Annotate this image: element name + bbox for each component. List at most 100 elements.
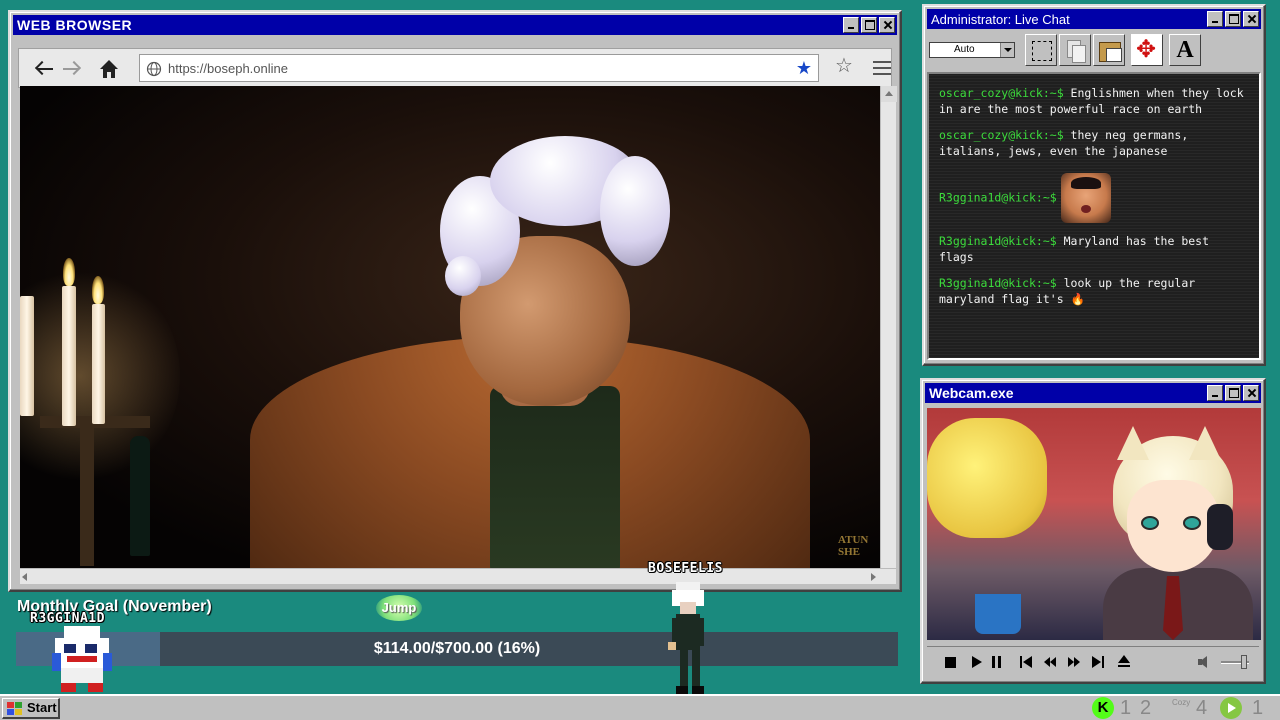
player1-name: R3GGINA1D <box>30 611 105 626</box>
cat-ear <box>1117 426 1149 460</box>
horizontal-scrollbar[interactable] <box>20 568 896 584</box>
candle <box>62 286 76 426</box>
chat-message: oscar_cozy@kick:~$ Englishmen when they … <box>939 86 1249 117</box>
media-controls <box>927 646 1259 676</box>
chat-message: oscar_cozy@kick:~$ they neg germans, ita… <box>939 128 1249 159</box>
cat-ear <box>1189 426 1221 460</box>
webcam-window: Webcam.exe <box>920 378 1266 684</box>
candle <box>20 296 34 416</box>
player1-sprite <box>52 626 112 692</box>
volume-icon[interactable] <box>1197 655 1211 669</box>
globe-icon <box>146 61 162 77</box>
fast-forward-icon[interactable] <box>1067 655 1081 669</box>
system-tray: K 1 2 Cozy 4 1 <box>1080 696 1280 720</box>
rewind-icon[interactable] <box>1043 655 1057 669</box>
browser-window: WEB BROWSER https://boseph.online ★ ☆ AT… <box>8 10 902 592</box>
start-button[interactable]: Start <box>2 698 60 719</box>
cozy-label: Cozy <box>1172 698 1191 707</box>
scroll-up-arrow-icon[interactable] <box>881 86 897 102</box>
avatar-eye <box>1141 516 1159 530</box>
start-label: Start <box>27 700 57 715</box>
tray-count: 4 <box>1196 697 1208 719</box>
chat-toolbar: Auto A <box>927 32 1261 70</box>
windows-logo-icon <box>7 702 23 716</box>
chat-title: Administrator: Live Chat <box>931 12 1070 27</box>
scroll-left-arrow-icon[interactable] <box>22 573 27 581</box>
maximize-button[interactable] <box>1225 385 1241 401</box>
browser-titlebar[interactable]: WEB BROWSER <box>13 15 897 35</box>
chat-username: R3ggina1d@kick:~$ <box>939 190 1057 205</box>
chat-username: R3ggina1d@kick:~$ <box>939 234 1057 248</box>
back-arrow-icon[interactable] <box>35 59 55 79</box>
maximize-button[interactable] <box>861 17 877 33</box>
volume-slider[interactable] <box>1221 655 1249 669</box>
player2-sprite <box>668 582 704 694</box>
live-chat-window: Administrator: Live Chat Auto A oscar_co… <box>922 4 1266 366</box>
eject-icon[interactable] <box>1117 655 1131 669</box>
minimize-button[interactable] <box>843 17 859 33</box>
close-button[interactable] <box>1243 11 1259 27</box>
select-icon[interactable] <box>1025 34 1057 66</box>
shocked-face-emote-icon <box>1060 173 1111 223</box>
candle-flame <box>63 258 75 286</box>
video-watermark: ATUN SHE <box>838 534 869 558</box>
move-icon[interactable] <box>1131 34 1163 66</box>
chat-message: R3ggina1d@kick:~$ <box>939 173 1249 223</box>
maximize-button[interactable] <box>1225 11 1241 27</box>
volume-slider-knob[interactable] <box>1241 655 1247 669</box>
chat-username: R3ggina1d@kick:~$ <box>939 276 1057 290</box>
chat-username: oscar_cozy@kick:~$ <box>939 128 1064 142</box>
hamburger-menu-icon[interactable] <box>873 61 891 75</box>
avatar-eye <box>1183 516 1201 530</box>
home-icon[interactable] <box>99 59 119 79</box>
player2-name: BOSEFELIS <box>648 561 723 576</box>
candle-flame <box>92 276 104 304</box>
goal-progress-bar: $114.00/$700.00 (16%) <box>16 632 898 666</box>
close-button[interactable] <box>1243 385 1259 401</box>
jump-badge: Jump <box>376 595 422 621</box>
chat-message: R3ggina1d@kick:~$ Maryland has the best … <box>939 234 1249 265</box>
candle <box>92 304 105 424</box>
font-size-select[interactable]: Auto <box>929 42 1015 58</box>
chevron-down-icon[interactable] <box>1000 43 1014 57</box>
tray-count: 1 <box>1252 697 1264 719</box>
close-button[interactable] <box>879 17 895 33</box>
chat-message: R3ggina1d@kick:~$ look up the regular ma… <box>939 276 1249 307</box>
text-icon[interactable]: A <box>1169 34 1201 66</box>
browser-title: WEB BROWSER <box>17 17 133 33</box>
skip-back-icon[interactable] <box>1019 655 1033 669</box>
url-text: https://boseph.online <box>168 61 288 76</box>
minimize-button[interactable] <box>1207 385 1223 401</box>
pause-icon[interactable] <box>989 655 1003 669</box>
bookmark-star-icon[interactable]: ★ <box>796 59 812 77</box>
minimize-button[interactable] <box>1207 11 1223 27</box>
skip-forward-icon[interactable] <box>1091 655 1105 669</box>
powdered-wig-curl <box>445 256 481 296</box>
play-icon[interactable] <box>969 655 983 669</box>
font-size-value: Auto <box>954 44 975 55</box>
goal-amount: $114.00/$700.00 (16%) <box>373 640 541 657</box>
stop-icon[interactable] <box>943 655 957 669</box>
powdered-wig <box>600 156 670 266</box>
scroll-right-arrow-icon[interactable] <box>871 573 876 581</box>
webcam-view <box>927 408 1261 640</box>
paste-icon[interactable] <box>1093 34 1125 66</box>
favorites-star-icon[interactable]: ☆ <box>835 56 853 76</box>
video-viewport[interactable]: ATUN SHE <box>20 86 880 568</box>
chat-log[interactable]: oscar_cozy@kick:~$ Englishmen when they … <box>927 72 1261 360</box>
plush-pillow <box>927 418 1047 538</box>
tray-count: 2 <box>1140 697 1152 719</box>
kick-logo-icon[interactable]: K <box>1092 697 1114 719</box>
webcam-titlebar[interactable]: Webcam.exe <box>925 383 1261 403</box>
chat-titlebar[interactable]: Administrator: Live Chat <box>927 9 1261 29</box>
taskbar: Start K 1 2 Cozy 4 1 <box>0 694 1280 720</box>
copy-icon[interactable] <box>1059 34 1091 66</box>
avatar-face <box>1127 480 1219 572</box>
candelabra-stem <box>80 426 94 566</box>
person-shirt <box>490 386 620 568</box>
browser-nav-bar: https://boseph.online ★ ☆ <box>18 48 892 88</box>
rumble-logo-icon[interactable] <box>1220 697 1242 719</box>
forward-arrow-icon[interactable] <box>61 59 81 79</box>
url-bar[interactable]: https://boseph.online ★ <box>139 54 819 82</box>
vertical-scrollbar[interactable] <box>880 86 897 568</box>
